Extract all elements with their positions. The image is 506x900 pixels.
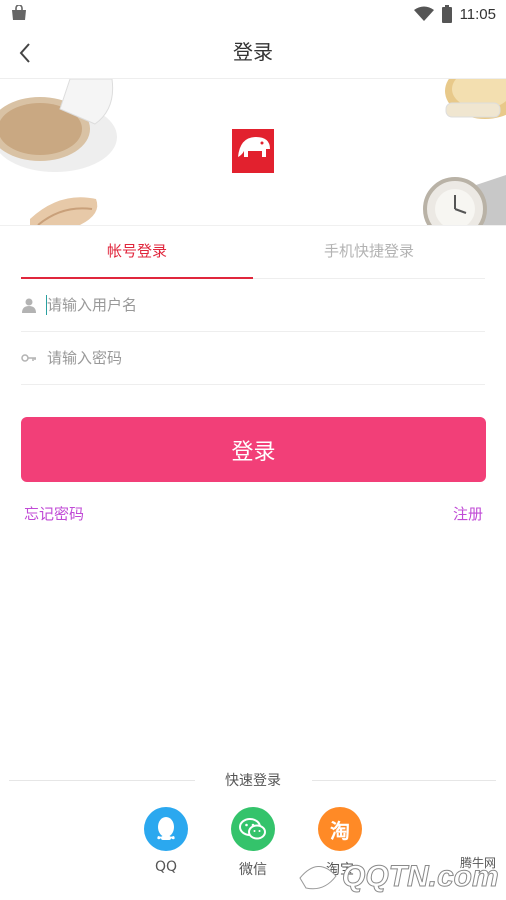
- battery-icon: [441, 5, 452, 23]
- password-input[interactable]: [47, 338, 467, 378]
- login-button[interactable]: 登录: [21, 417, 486, 482]
- cushion-compact-image: [0, 79, 117, 172]
- status-time: 11:05: [459, 5, 496, 23]
- flat-shoe-image: [30, 197, 98, 225]
- chevron-left-icon: [19, 43, 30, 63]
- page-title: 登录: [233, 40, 273, 64]
- status-bar: 11:05: [0, 0, 506, 28]
- shopping-bag-icon: [12, 5, 26, 20]
- username-input[interactable]: [47, 285, 467, 325]
- brand-logo: [230, 127, 276, 174]
- banner: [0, 79, 506, 226]
- banner-illustration: [0, 79, 506, 225]
- taobao-icon: 淘: [318, 807, 362, 851]
- user-icon: [21, 279, 45, 331]
- text-caret: [46, 295, 47, 315]
- wrist-watch-image: [423, 175, 506, 225]
- watermark-small-text: 腾牛网: [459, 856, 496, 870]
- qq-icon: [144, 807, 188, 851]
- username-field-row: [21, 279, 485, 332]
- title-bar: 登录: [0, 28, 506, 79]
- register-link[interactable]: 注册: [453, 503, 483, 524]
- tab-phone-login[interactable]: 手机快捷登录: [253, 226, 485, 278]
- wechat-label: 微信: [239, 862, 267, 878]
- qq-login-button[interactable]: QQ: [136, 807, 196, 875]
- back-button[interactable]: [10, 38, 40, 68]
- qq-label: QQ: [154, 859, 178, 875]
- wechat-login-button[interactable]: 微信: [223, 807, 283, 879]
- wechat-icon: [231, 807, 275, 851]
- forgot-password-link[interactable]: 忘记密码: [24, 503, 84, 524]
- wifi-icon: [413, 6, 434, 21]
- tab-account-login[interactable]: 帐号登录: [21, 226, 253, 279]
- quick-login-title: 快速登录: [225, 773, 281, 789]
- key-icon: [21, 332, 45, 384]
- login-tabs: 帐号登录 手机快捷登录: [21, 226, 485, 279]
- password-field-row: [21, 332, 485, 385]
- perfume-bottle-image: [445, 79, 506, 119]
